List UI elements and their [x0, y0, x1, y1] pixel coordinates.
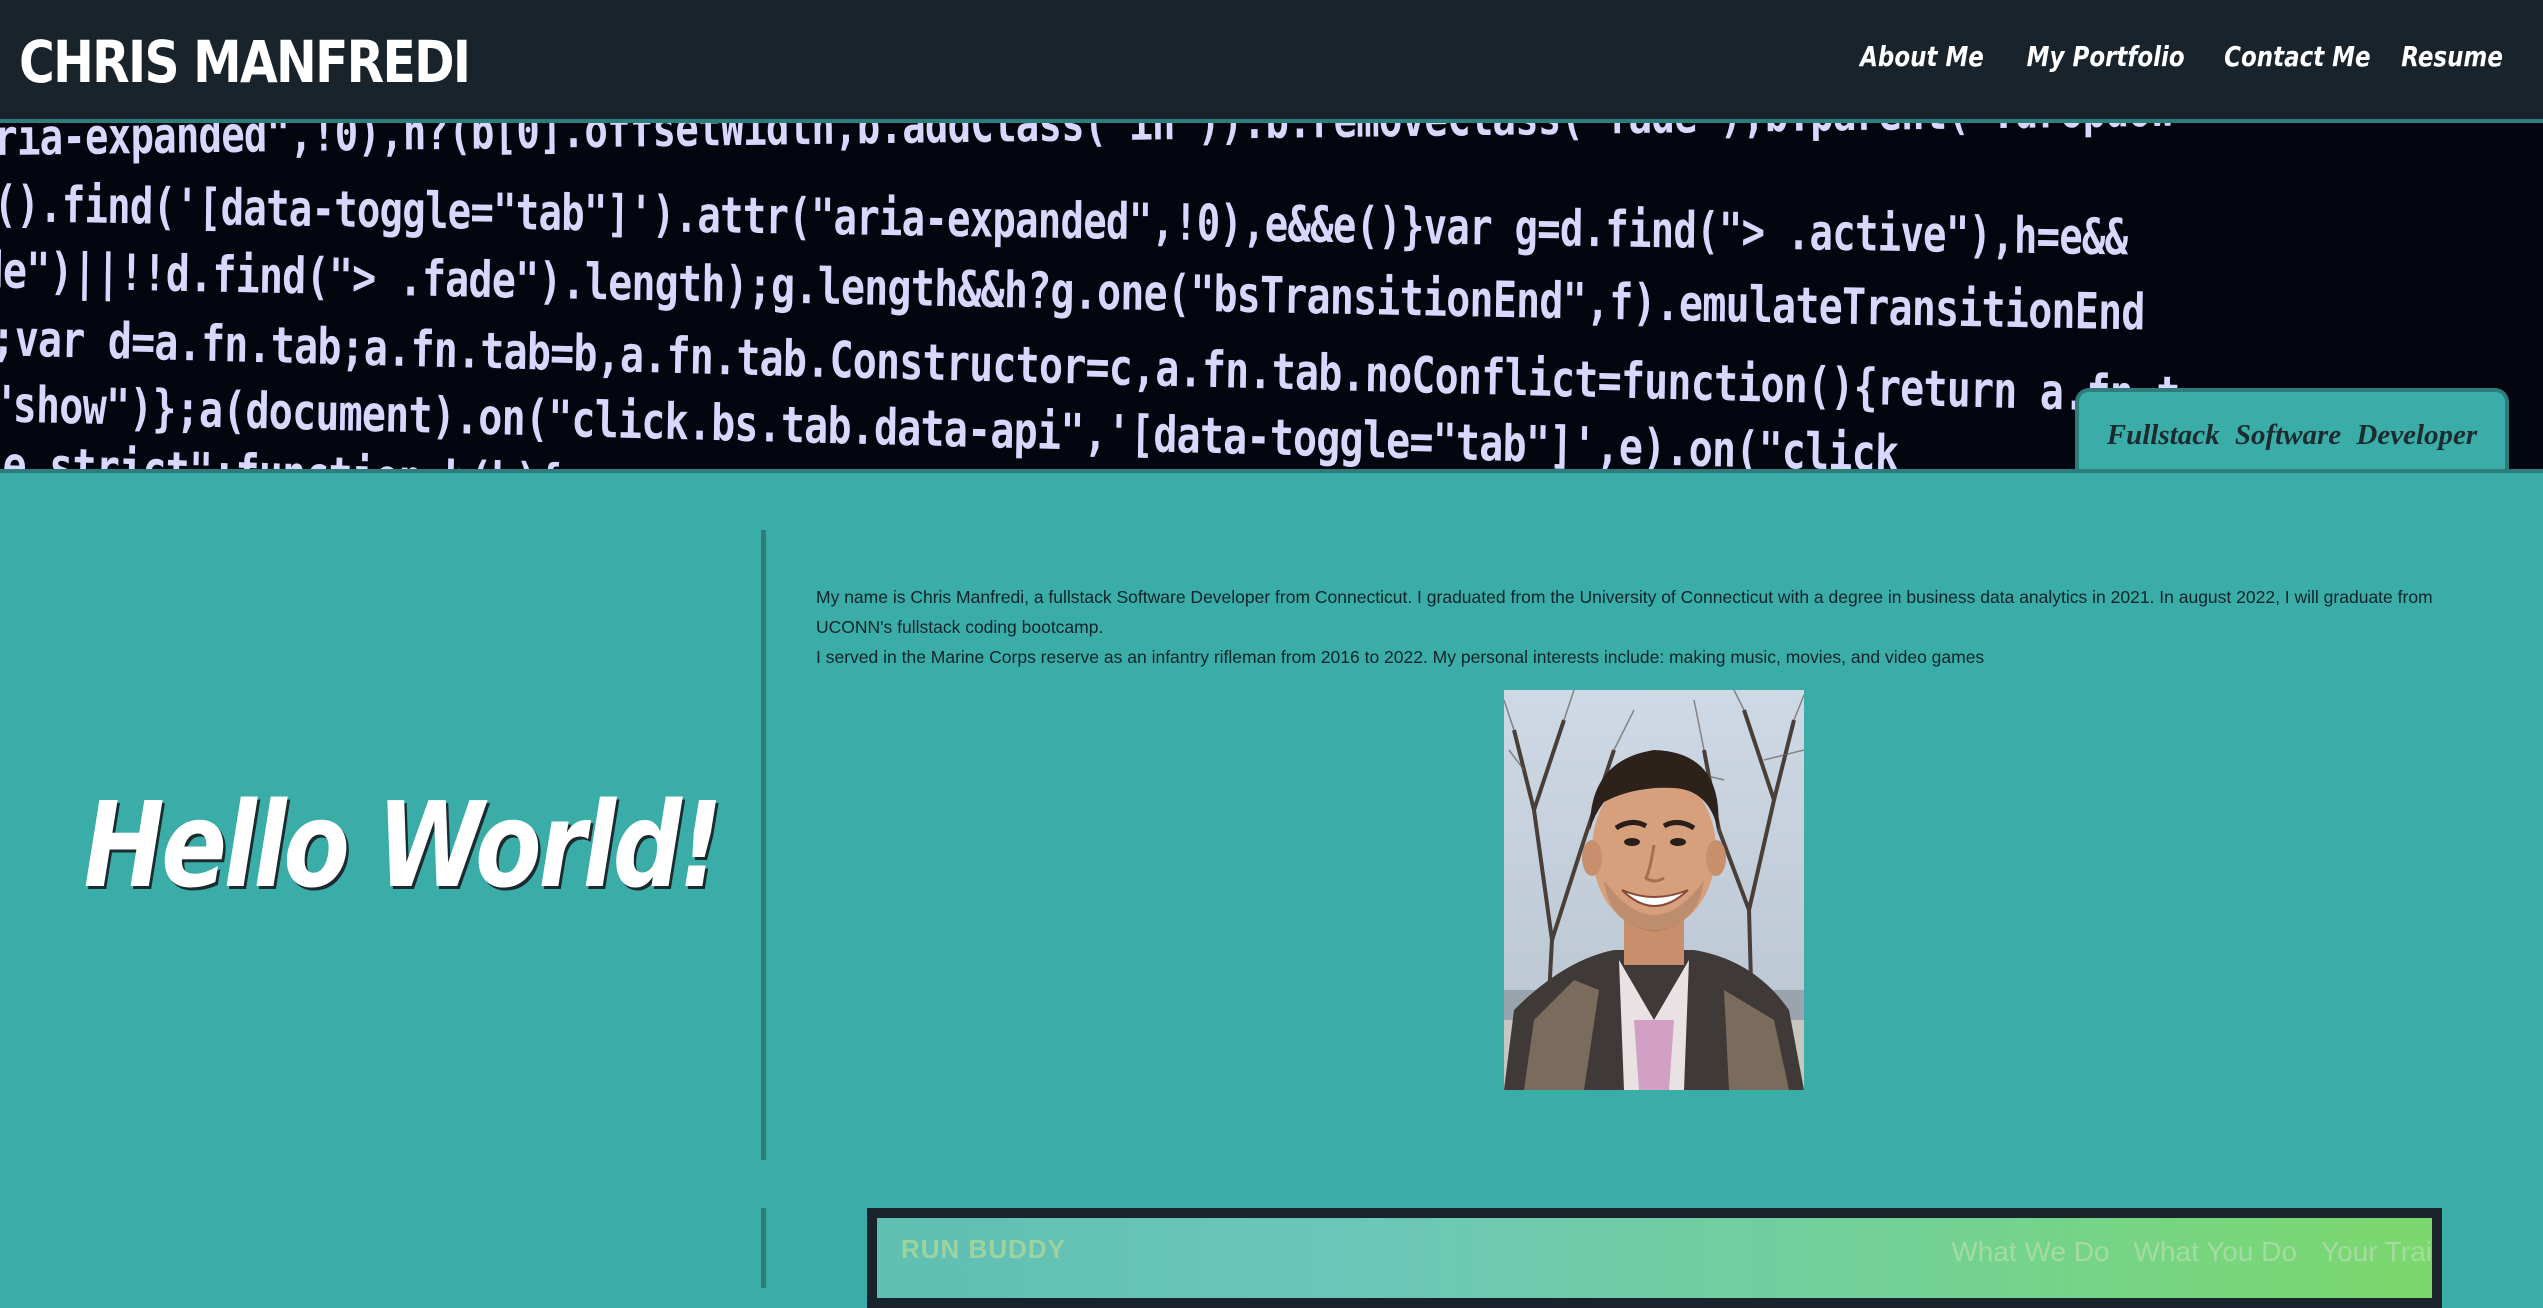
project-brand[interactable]: RUN BUDDY	[901, 1234, 1066, 1265]
project-nav: What We Do What You Do Your Trai	[1951, 1236, 2432, 1268]
nav-resume[interactable]: Resume	[2401, 40, 2503, 73]
bio-paragraph: I served in the Marine Corps reserve as …	[816, 647, 1985, 667]
site-title[interactable]: CHRIS MANFREDI	[19, 22, 471, 102]
section-divider	[761, 530, 766, 1160]
about-heading-area: Hello World!	[0, 530, 760, 1160]
nav-my-portfolio[interactable]: My Portfolio	[2026, 40, 2184, 73]
role-tab-label: Fullstack Software Developer	[2106, 418, 2478, 451]
project-card-run-buddy[interactable]: RUN BUDDY What We Do What You Do Your Tr…	[867, 1208, 2442, 1308]
bio-text: My name is Chris Manfredi, a fullstack S…	[816, 582, 2476, 672]
role-tab: Fullstack Software Developer	[2075, 388, 2509, 469]
nav-about-me[interactable]: About Me	[1860, 40, 1984, 73]
section-divider	[761, 1208, 766, 1288]
site-header: CHRIS MANFREDI About Me My Portfolio Con…	[0, 0, 2543, 123]
nav-contact-me[interactable]: Contact Me	[2225, 40, 2371, 73]
code-line: ria-expanded",!0),h?(b[0].offsetWidth,b.…	[0, 123, 2174, 167]
project-nav-item[interactable]: Your Trai	[2321, 1236, 2432, 1268]
hero-banner: ria-expanded",!0),h?(b[0].offsetWidth,b.…	[0, 123, 2543, 473]
profile-photo-image	[1504, 690, 1804, 1090]
bio-paragraph: My name is Chris Manfredi, a fullstack S…	[816, 587, 2433, 637]
project-nav-item[interactable]: What You Do	[2134, 1236, 2297, 1268]
main-nav: About Me My Portfolio Contact Me Resume	[1860, 40, 2503, 73]
hello-heading: Hello World!	[84, 776, 723, 914]
project-nav-item[interactable]: What We Do	[1951, 1236, 2109, 1268]
profile-photo	[1504, 690, 1804, 1090]
